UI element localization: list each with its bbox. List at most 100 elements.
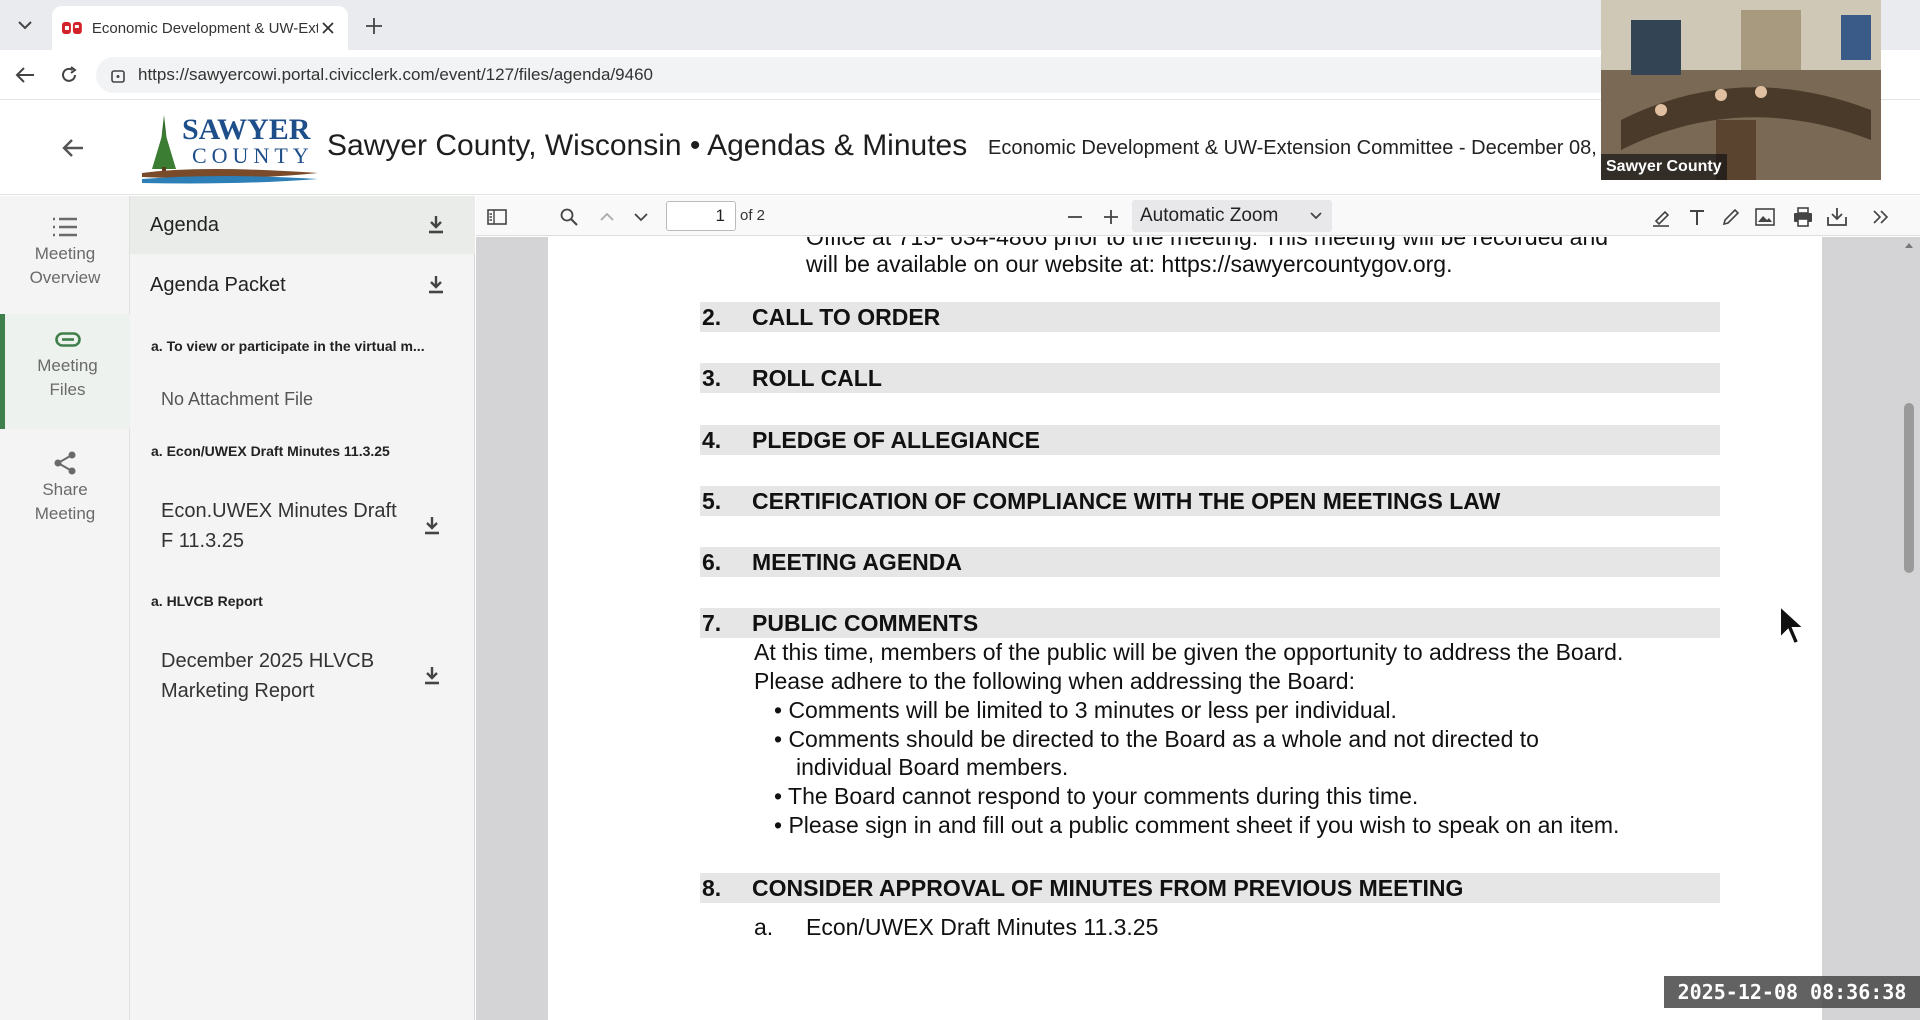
item-title: CONSIDER APPROVAL OF MINUTES FROM PREVIO… [752, 874, 1464, 901]
files-panel: Agenda Agenda Packet a. To view or parti… [130, 196, 475, 1020]
attachment-name-line2: Marketing Report [161, 680, 315, 702]
agenda-item: 6. MEETING AGENDA [700, 547, 1720, 577]
sawyer-county-logo[interactable]: SAWYER COUNTY [140, 107, 320, 187]
page-number-input[interactable]: 1 [666, 201, 736, 231]
nav-share-line1: Share [42, 480, 88, 499]
zoom-out-icon[interactable] [1062, 204, 1088, 230]
tab-close-icon[interactable] [318, 18, 338, 38]
video-label: Sawyer County [1601, 154, 1727, 180]
sidebar-toggle-icon[interactable] [484, 204, 510, 230]
print-icon[interactable] [1790, 204, 1816, 230]
mouse-cursor-icon [1779, 604, 1807, 646]
draw-icon[interactable] [1718, 204, 1744, 230]
more-tools-icon[interactable] [1868, 204, 1894, 230]
agenda-label: Agenda [150, 213, 219, 236]
item-title: PLEDGE OF ALLEGIANCE [752, 426, 1040, 453]
attachment-name: December 2025 HLVCB Marketing Report [161, 646, 374, 706]
save-icon[interactable] [1824, 204, 1850, 230]
list-icon [53, 217, 77, 237]
agenda-item: 8. CONSIDER APPROVAL OF MINUTES FROM PREV… [700, 873, 1720, 903]
attachment-hlvcb-report[interactable]: December 2025 HLVCB Marketing Report [161, 646, 471, 706]
video-feed: Sawyer County [1601, 0, 1881, 180]
video-timestamp: 2025-12-08 08:36:38 [1664, 976, 1920, 1008]
nav-files-line1: Meeting [37, 356, 98, 375]
previous-page-icon[interactable] [594, 204, 620, 230]
public-comment-bullet: • Comments will be limited to 3 minutes … [774, 697, 1397, 723]
text-tool-icon[interactable] [1684, 204, 1710, 230]
attachment-name-line1: Econ.UWEX Minutes Draft [161, 500, 397, 522]
item-title: MEETING AGENDA [752, 548, 962, 575]
section-draft-minutes: a. Econ/UWEX Draft Minutes 11.3.25 [151, 443, 390, 459]
nav-share-line2: Meeting [34, 504, 96, 523]
new-tab-plus-icon[interactable] [360, 12, 388, 40]
scrollbar[interactable] [1904, 243, 1914, 1013]
tab-title: Economic Development & UW-Ext [91, 19, 319, 37]
zoom-select[interactable]: Automatic Zoom [1132, 200, 1332, 232]
page-count: of 2 [740, 207, 766, 224]
scroll-up-icon[interactable] [1904, 241, 1914, 249]
nav-meeting-files[interactable]: Meeting Files [0, 314, 130, 429]
item-number: 3. [702, 364, 722, 391]
agenda-item: 4. PLEDGE OF ALLEGIANCE [700, 425, 1720, 455]
share-icon [54, 451, 76, 475]
nav-files-line2: Files [49, 380, 86, 399]
item-number: 6. [702, 548, 722, 575]
site-info-icon[interactable] [110, 66, 126, 84]
pdf-toolbar: 1 of 2 Automatic Zoom [476, 196, 1920, 236]
item-title: PUBLIC COMMENTS [752, 609, 979, 636]
next-page-icon[interactable] [628, 204, 654, 230]
scrollbar-thumb[interactable] [1904, 403, 1914, 573]
sub-item-text: Econ/UWEX Draft Minutes 11.3.25 [806, 914, 1159, 940]
item-number: 5. [702, 487, 722, 514]
intro-line2: will be available on our website at: htt… [806, 251, 1453, 277]
item-number: 8. [702, 874, 722, 901]
logo-line2: COUNTY [192, 143, 314, 168]
agenda-row[interactable]: Agenda [130, 196, 475, 254]
tab-list-chevron-icon[interactable] [8, 8, 42, 42]
agenda-item: 2. CALL TO ORDER [700, 302, 1720, 332]
public-comment-bullet: • Please sign in and fill out a public c… [774, 812, 1620, 838]
meeting-side-nav: Meeting Overview Meeting Files Share Mee… [0, 196, 130, 1020]
agenda-packet-label: Agenda Packet [150, 273, 286, 296]
nav-meeting-overview[interactable]: Meeting Overview [0, 216, 130, 306]
agenda-packet-row[interactable]: Agenda Packet [130, 256, 475, 314]
intro-line1: Office at 715- 634-4866 prior to the mee… [806, 237, 1609, 250]
download-icon[interactable] [423, 516, 441, 536]
url-bar[interactable]: https://sawyercowi.portal.civicclerk.com… [96, 57, 1656, 93]
attachment-name-line2: F 11.3.25 [161, 530, 245, 552]
download-icon[interactable] [427, 215, 445, 235]
item-number: 4. [702, 426, 722, 453]
zoom-in-icon[interactable] [1098, 204, 1124, 230]
attachment-draft-minutes[interactable]: Econ.UWEX Minutes Draft F 11.3.25 [161, 496, 471, 556]
public-comment-bullet: • Comments should be directed to the Boa… [774, 726, 1539, 752]
reload-icon[interactable] [56, 62, 82, 88]
civicplus-favicon-icon [62, 22, 82, 34]
meeting-title: Economic Development & UW-Extension Comm… [988, 137, 1597, 159]
public-comment-line2: Please adhere to the following when addr… [754, 668, 1355, 694]
download-icon[interactable] [427, 275, 445, 295]
item-title: ROLL CALL [752, 364, 882, 391]
highlight-icon[interactable] [1648, 204, 1674, 230]
search-icon[interactable] [556, 204, 582, 230]
attachment-name-line1: December 2025 HLVCB [161, 650, 375, 672]
pdf-page: Office at 715- 634-4866 prior to the mee… [548, 237, 1822, 1020]
add-image-icon[interactable] [1752, 204, 1778, 230]
nav-share-meeting[interactable]: Share Meeting [0, 450, 130, 540]
logo-line1: SAWYER [182, 113, 311, 146]
item-number: 2. [702, 303, 722, 330]
zoom-value: Automatic Zoom [1140, 205, 1279, 226]
agenda-item: 5. CERTIFICATION OF COMPLIANCE WITH THE O… [700, 486, 1720, 516]
item-title: CERTIFICATION OF COMPLIANCE WITH THE OPE… [752, 487, 1501, 514]
back-arrow-icon[interactable] [58, 133, 88, 163]
download-icon[interactable] [423, 666, 441, 686]
sub-item-letter: a. [754, 914, 774, 940]
nav-overview-line2: Overview [29, 268, 101, 287]
section-virtual-meeting: a. To view or participate in the virtual… [151, 338, 425, 354]
pdf-viewer[interactable]: Office at 715- 634-4866 prior to the mee… [476, 237, 1920, 1020]
back-arrow-icon[interactable] [12, 62, 38, 88]
public-comment-bullet-cont: individual Board members. [796, 754, 1069, 780]
browser-tab[interactable]: Economic Development & UW-Ext [52, 6, 348, 50]
paperclip-icon [54, 332, 81, 347]
no-attachment-text: No Attachment File [161, 389, 314, 409]
public-comment-bullet: • The Board cannot respond to your comme… [774, 783, 1419, 809]
